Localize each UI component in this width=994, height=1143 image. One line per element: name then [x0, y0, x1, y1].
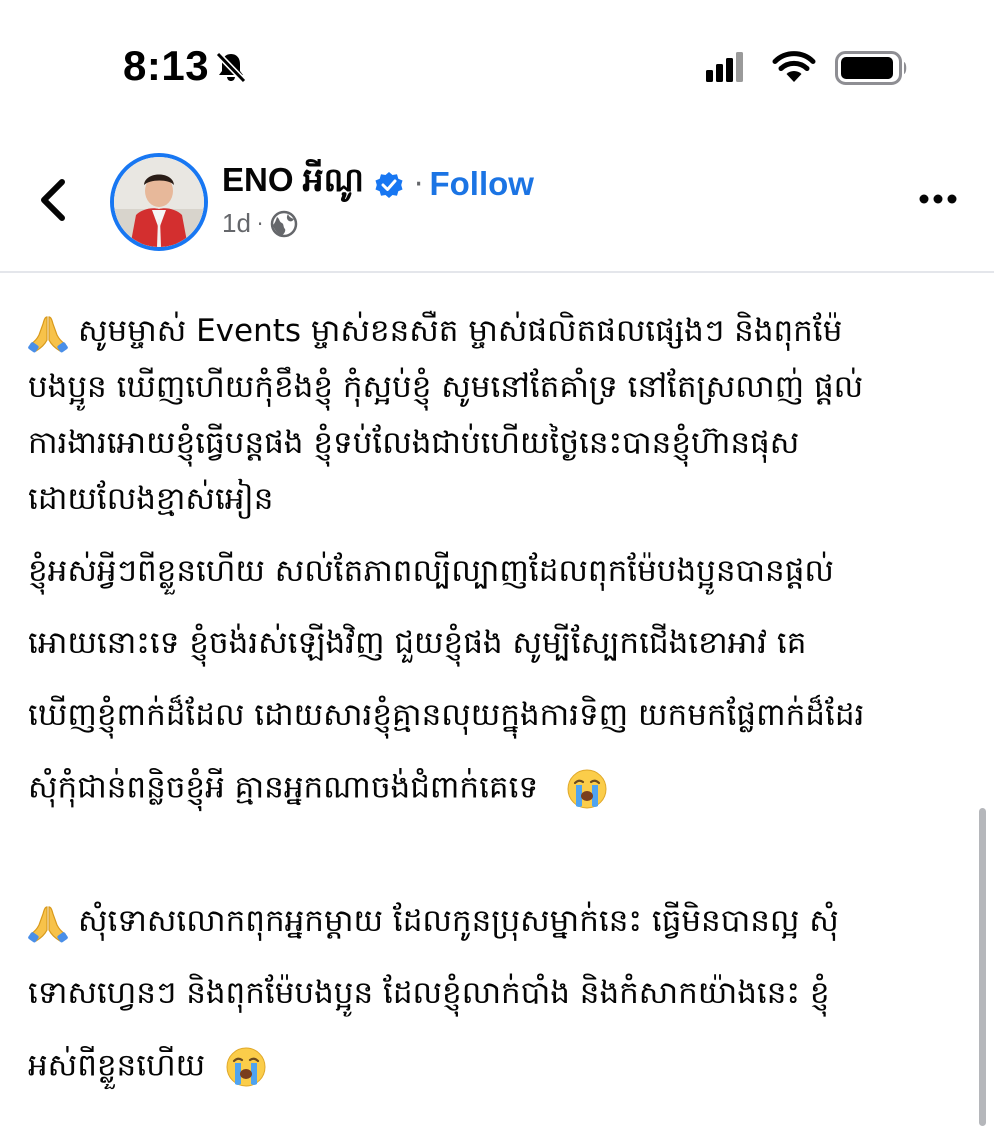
- status-time: 8:13: [123, 42, 210, 89]
- post-line: បងប្អូន ឃើញហើយកុំខឹងខ្ញុំ កុំស្អប់ខ្ញុំ …: [28, 368, 863, 413]
- author-row: ENO អីណូ · Follow: [222, 160, 534, 208]
- post-line: ដោយលែងខ្មាស់អៀន: [28, 480, 273, 525]
- post-text: សុំទោសលោកពុកអ្នកម្តាយ ដែលកូនប្រុសម្នាក់ន…: [78, 903, 839, 939]
- folded-hands-icon: [28, 905, 68, 942]
- post-header: ENO អីណូ · Follow 1d ·: [0, 140, 994, 270]
- wifi-icon: [772, 51, 816, 82]
- post-line: សូមម្ចាស់ Events ម្ចាស់ខនសឺត ម្ចាស់ផលិតផ…: [28, 312, 842, 357]
- post-text: បងប្អូន ឃើញហើយកុំខឹងខ្ញុំ កុំស្អប់ខ្ញុំ …: [28, 369, 864, 405]
- post-line: សុំកុំជាន់ពន្លិចខ្ញុំអី គ្មានអ្នកណាចង់ជំ…: [28, 768, 608, 814]
- crying-face-icon: [226, 1047, 266, 1087]
- post-line: អស់ពីខ្លួនហើយ: [28, 1046, 267, 1092]
- verified-badge-icon: [375, 172, 403, 198]
- meta-separator-dot: ·: [256, 211, 264, 236]
- post-text: ដោយលែងខ្មាស់អៀន: [28, 481, 274, 517]
- follow-button[interactable]: Follow: [429, 165, 533, 203]
- post-text: ខ្ញុំអស់អ្វីៗពីខ្លួនហើយ សល់តែភាពល្បីល្បា…: [28, 553, 834, 589]
- back-arrow-icon[interactable]: [38, 178, 68, 222]
- post-line: សុំទោសលោកពុកអ្នកម្តាយ ដែលកូនប្រុសម្នាក់ន…: [28, 902, 839, 947]
- bell-slash-icon: [215, 51, 247, 84]
- post-text: អោយនោះទេ ខ្ញុំចង់រស់ឡើងវិញ ជួយខ្ញុំផង សូ…: [28, 625, 807, 661]
- post-line: ខ្ញុំអស់អ្វីៗពីខ្លួនហើយ សល់តែភាពល្បីល្បា…: [28, 552, 834, 597]
- avatar-photo: [114, 157, 204, 247]
- post-line: ឃើញខ្ញុំពាក់ដ៏ដែល ដោយសារខ្ញុំគ្មានលុយក្ន…: [28, 696, 864, 741]
- scrollbar[interactable]: [979, 808, 986, 1126]
- globe-icon: [271, 210, 298, 237]
- post-text: សូមម្ចាស់ Events ម្ចាស់ខនសឺត ម្ចាស់ផលិតផ…: [78, 313, 843, 349]
- more-options-icon[interactable]: [918, 193, 958, 205]
- post-time[interactable]: 1d: [222, 208, 251, 239]
- post-text: ទោសហ្វេនៗ និងពុកម៉ែបងប្អូន ដែលខ្ញុំលាក់ប…: [28, 975, 830, 1011]
- post-line: ទោសហ្វេនៗ និងពុកម៉ែបងប្អូន ដែលខ្ញុំលាក់ប…: [28, 974, 830, 1019]
- post-text: ឃើញខ្ញុំពាក់ដ៏ដែល ដោយសារខ្ញុំគ្មានលុយក្ន…: [28, 697, 865, 733]
- battery-icon: [835, 51, 907, 85]
- post-text: អស់ពីខ្លួនហើយ: [28, 1047, 206, 1084]
- cellular-signal-icon: [706, 52, 743, 82]
- header-divider: [0, 271, 994, 273]
- post-line: ការងារអោយខ្ញុំធ្វើបន្តផង ខ្ញុំទប់លែងជាប់…: [28, 424, 799, 469]
- status-bar: 8:13: [0, 0, 994, 130]
- post-text: ការងារអោយខ្ញុំធ្វើបន្តផង ខ្ញុំទប់លែងជាប់…: [28, 425, 800, 461]
- folded-hands-icon: [28, 315, 68, 352]
- post-text: សុំកុំជាន់ពន្លិចខ្ញុំអី គ្មានអ្នកណាចង់ជំ…: [28, 769, 539, 806]
- author-avatar[interactable]: [110, 153, 208, 251]
- crying-face-icon: [567, 769, 607, 809]
- post-meta: 1d ·: [222, 208, 299, 239]
- author-name[interactable]: ENO អីណូ: [222, 160, 364, 208]
- post-line: អោយនោះទេ ខ្ញុំចង់រស់ឡើងវិញ ជួយខ្ញុំផង សូ…: [28, 624, 806, 669]
- separator-dot: ·: [413, 166, 424, 202]
